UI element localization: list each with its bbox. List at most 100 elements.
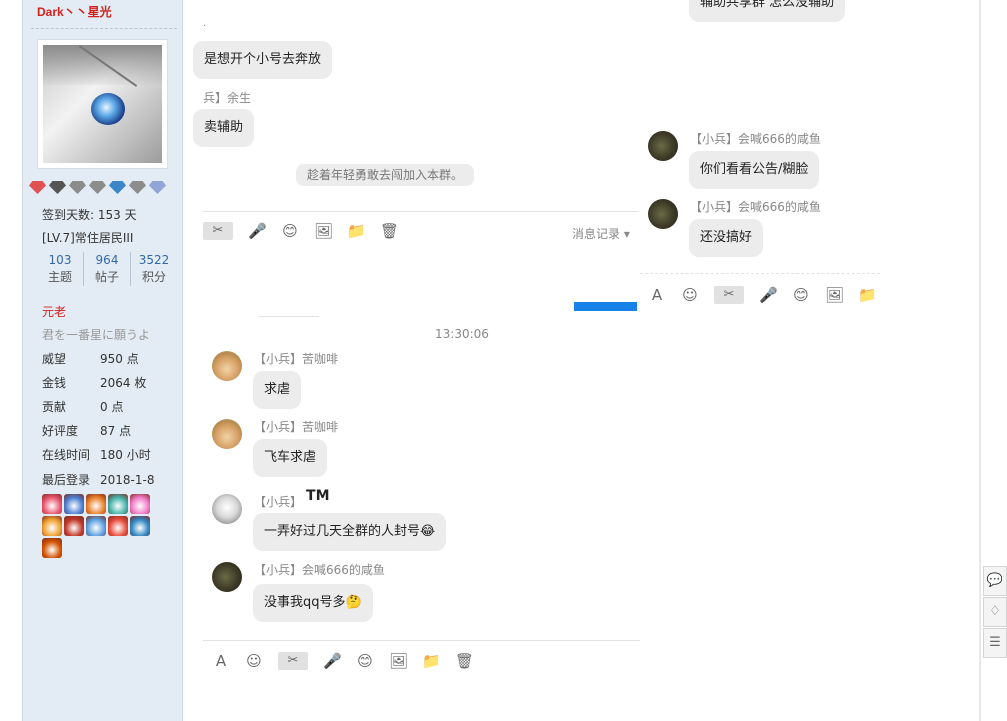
- diamond-badge-icon[interactable]: [149, 181, 166, 194]
- medal-icon[interactable]: [42, 538, 62, 558]
- medal-icon[interactable]: [108, 516, 128, 536]
- scissors-icon[interactable]: ✂: [714, 286, 744, 304]
- avatar[interactable]: [212, 351, 242, 381]
- diamond-badge-icon[interactable]: [49, 181, 66, 194]
- avatar[interactable]: [648, 131, 678, 161]
- scissors-icon[interactable]: ✂: [278, 652, 308, 670]
- diamond-badge-icon[interactable]: [29, 181, 46, 194]
- chat-toolbar: ✂ 🎤 😊 🖼 📁 🗑: [203, 222, 413, 240]
- send-button[interactable]: [574, 302, 637, 311]
- medal-icon[interactable]: [130, 494, 150, 514]
- user-profile-panel: Dark丶丶星光 签到天数: 153 天 [LV.7]常住居民III 103 主…: [22, 0, 183, 721]
- user-rank[interactable]: 元老: [42, 303, 66, 320]
- chat-bubble: 是想开个小号去奔放: [193, 41, 333, 79]
- share-icon[interactable]: ♢: [983, 597, 1007, 627]
- divider: [203, 211, 638, 212]
- emoji-icon[interactable]: 😊: [792, 286, 810, 304]
- user-motto: 君を一番星に願うよ: [42, 328, 151, 342]
- medal-icon[interactable]: [64, 516, 84, 536]
- divider: [203, 640, 640, 641]
- sender-name: 【小兵】苦咖啡: [254, 352, 339, 366]
- microphone-icon[interactable]: 🎤: [759, 286, 778, 304]
- medal-icon[interactable]: [64, 494, 84, 514]
- chat-bubble: 还没搞好: [689, 219, 764, 257]
- scissors-icon[interactable]: ✂: [203, 222, 233, 240]
- image-icon[interactable]: 🖼: [389, 652, 408, 670]
- medal-icon[interactable]: [42, 494, 62, 514]
- avatar[interactable]: [648, 199, 678, 229]
- red-packet-icon[interactable]: 🗑: [455, 652, 474, 670]
- chat-bubble: 卖辅助: [193, 109, 255, 147]
- medal-icon[interactable]: [130, 516, 150, 536]
- content-border: [979, 0, 981, 721]
- detail-last-login: 最后登录 2018-1-8: [42, 473, 155, 487]
- left-gutter: [0, 0, 22, 721]
- folder-icon[interactable]: 📁: [858, 286, 877, 304]
- message-history-link[interactable]: 消息记录 ▾: [572, 225, 630, 242]
- avatar[interactable]: [37, 39, 168, 169]
- medal-list: [42, 494, 167, 558]
- medal-icon[interactable]: [108, 494, 128, 514]
- sender-name: 【小兵】会喊666的咸鱼: [254, 563, 385, 577]
- folder-icon[interactable]: 📁: [347, 222, 366, 240]
- detail-rating: 好评度 87 点: [42, 424, 132, 438]
- sender-name: 【小兵】 TM: [254, 488, 330, 509]
- detail-online-time: 在线时间 180 小时: [42, 448, 151, 462]
- stat-posts[interactable]: 964 帖子: [83, 252, 130, 286]
- medal-icon[interactable]: [86, 516, 106, 536]
- chat-bubble: 没事我qq号多🤔: [253, 584, 373, 622]
- chat-bubble: 你们看看公告/糊脸: [689, 151, 820, 189]
- sender-name: 【小兵】会喊666的咸鱼: [690, 200, 821, 214]
- detail-prestige: 威望 950 点: [42, 352, 139, 366]
- user-stats: 103 主题 964 帖子 3522 积分: [37, 252, 177, 286]
- smile-icon[interactable]: ☺: [681, 286, 699, 304]
- chat-toolbar: A ☺ ✂ 🎤 😊 🖼 📁: [648, 286, 891, 304]
- comment-icon[interactable]: 💬: [983, 566, 1007, 596]
- avatar-image: [43, 45, 162, 163]
- list-icon[interactable]: ☰: [983, 628, 1007, 658]
- system-notice: 趁着年轻勇敢去闯加入本群。: [296, 164, 475, 186]
- medal-icon[interactable]: [86, 494, 106, 514]
- font-icon[interactable]: A: [212, 652, 230, 670]
- diamond-badge-icon[interactable]: [129, 181, 146, 194]
- diamond-badge-icon[interactable]: [69, 181, 86, 194]
- message-timestamp: 13:30:06: [435, 327, 489, 341]
- chat-bubble: 辅助共享群 怎么没辅助: [689, 0, 846, 22]
- sender-name: 【小兵】会喊666的咸鱼: [690, 132, 821, 146]
- microphone-icon[interactable]: 🎤: [323, 652, 342, 670]
- detail-money: 金钱 2064 枚: [42, 376, 147, 390]
- chat-bubble: 飞车求虐: [253, 439, 328, 477]
- microphone-icon[interactable]: 🎤: [248, 222, 267, 240]
- diamond-badge-icon[interactable]: [89, 181, 106, 194]
- image-icon[interactable]: 🖼: [314, 222, 333, 240]
- detail-contribution: 贡献 0 点: [42, 400, 124, 414]
- folder-icon[interactable]: 📁: [422, 652, 441, 670]
- eye-illustration: [91, 93, 125, 125]
- emoji-icon[interactable]: 😊: [281, 222, 299, 240]
- badge-row: [29, 181, 166, 194]
- floating-sidebar: 💬 ♢ ☰: [983, 566, 1007, 659]
- avatar[interactable]: [212, 419, 242, 449]
- chat-bubble: 一弄好过几天全群的人封号😂: [253, 513, 447, 551]
- user-level: [LV.7]常住居民III: [42, 231, 134, 245]
- username[interactable]: Dark丶丶星光: [37, 3, 112, 20]
- forum-page: Dark丶丶星光 签到天数: 153 天 [LV.7]常住居民III 103 主…: [0, 0, 1007, 721]
- emoji-icon[interactable]: 😊: [356, 652, 374, 670]
- chat-bubble: 求虐: [253, 371, 302, 409]
- smile-icon[interactable]: ☺: [245, 652, 263, 670]
- chat-screenshot: . 是想开个小号去奔放 兵】余生 卖辅助 趁着年轻勇敢去闯加入本群。 ✂ 🎤 😊…: [193, 0, 983, 721]
- red-packet-icon[interactable]: 🗑: [380, 222, 399, 240]
- diamond-badge-icon[interactable]: [109, 181, 126, 194]
- medal-icon[interactable]: [42, 516, 62, 536]
- avatar[interactable]: [212, 562, 242, 592]
- sender-name: 兵】余生: [203, 91, 252, 105]
- image-icon[interactable]: 🖼: [825, 286, 844, 304]
- font-icon[interactable]: A: [648, 286, 666, 304]
- divider: [31, 28, 177, 29]
- avatar[interactable]: [212, 494, 242, 524]
- sender-name: 【小兵】苦咖啡: [254, 420, 339, 434]
- stat-points[interactable]: 3522 积分: [130, 252, 177, 286]
- checkin-days: 签到天数: 153 天: [42, 208, 137, 222]
- stat-topics[interactable]: 103 主题: [37, 252, 83, 286]
- chat-toolbar: A ☺ ✂ 🎤 😊 🖼 📁 🗑: [212, 652, 488, 670]
